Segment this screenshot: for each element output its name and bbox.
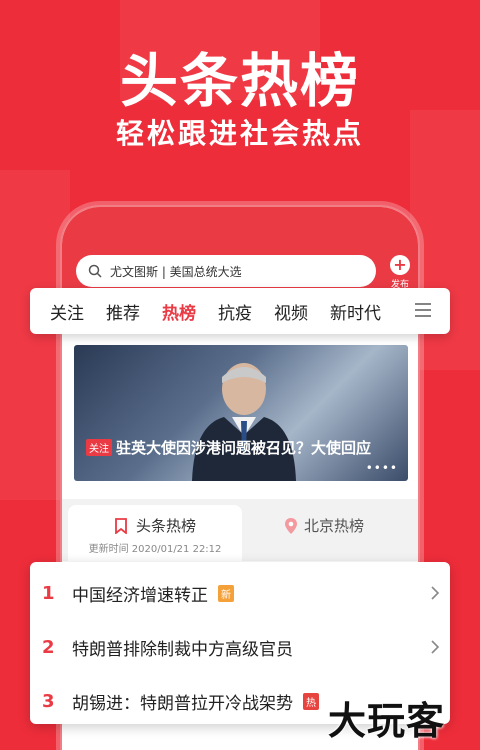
rank-number: 2 (42, 636, 55, 658)
tab-new-era[interactable]: 新时代 (330, 299, 381, 324)
item-title: 特朗普排除制裁中方高级官员 (72, 639, 293, 660)
category-nav: 关注 推荐 热榜 抗疫 视频 新时代 (30, 288, 450, 334)
tab-toutiao-hot-label: 头条热榜 (135, 517, 196, 535)
list-item[interactable]: 1 中国经济增速转正 新 (30, 566, 450, 620)
bookmark-icon (115, 517, 127, 534)
hot-tabs: 头条热榜 更新时间 2020/01/21 22:12 北京热榜 (62, 499, 418, 561)
tab-anti-epidemic[interactable]: 抗疫 (218, 299, 252, 324)
menu-icon[interactable] (414, 301, 432, 319)
tab-beijing-hot-label: 北京热榜 (304, 517, 365, 535)
plus-icon: + (390, 255, 410, 275)
promo-headline: 头条热榜 (119, 47, 360, 115)
rank-number: 1 (42, 582, 55, 604)
banner-headline: 驻英大使因涉港问题被召见？大使回应 (116, 439, 372, 457)
item-title: 中国经济增速转正 (72, 585, 208, 606)
updated-time: 更新时间 2020/01/21 22:12 (88, 544, 222, 555)
chevron-right-icon (431, 586, 440, 600)
list-item[interactable]: 2 特朗普排除制裁中方高级官员 (30, 620, 450, 674)
hot-badge: 热 (303, 692, 319, 710)
tab-video[interactable]: 视频 (274, 299, 308, 324)
tab-hot-list[interactable]: 热榜 (162, 299, 196, 324)
location-pin-icon (285, 517, 297, 534)
rank-number: 3 (42, 690, 55, 712)
chevron-right-icon (431, 640, 440, 654)
watermark-logo: 大玩客 (328, 699, 446, 743)
news-banner[interactable]: 关注 驻英大使因涉港问题被召见？大使回应 •••• (74, 345, 408, 481)
tab-toutiao-hot[interactable]: 头条热榜 更新时间 2020/01/21 22:12 (68, 505, 242, 561)
search-icon (88, 264, 102, 278)
banner-caption: 关注 驻英大使因涉港问题被召见？大使回应 (86, 437, 400, 458)
follow-tag: 关注 (86, 439, 112, 456)
carousel-dots[interactable]: •••• (366, 461, 398, 475)
item-title: 胡锡进：特朗普拉开冷战架势 (72, 693, 293, 714)
tab-beijing-hot[interactable]: 北京热榜 (284, 515, 364, 536)
search-input[interactable]: 尤文图斯 | 美国总统大选 (76, 255, 376, 287)
promo-subheadline: 轻松跟进社会热点 (115, 117, 364, 150)
new-badge: 新 (218, 584, 234, 602)
speaker-photo (192, 363, 296, 481)
tab-recommend[interactable]: 推荐 (106, 299, 140, 324)
search-text: 尤文图斯 | 美国总统大选 (110, 264, 242, 279)
tab-follow[interactable]: 关注 (50, 299, 84, 324)
